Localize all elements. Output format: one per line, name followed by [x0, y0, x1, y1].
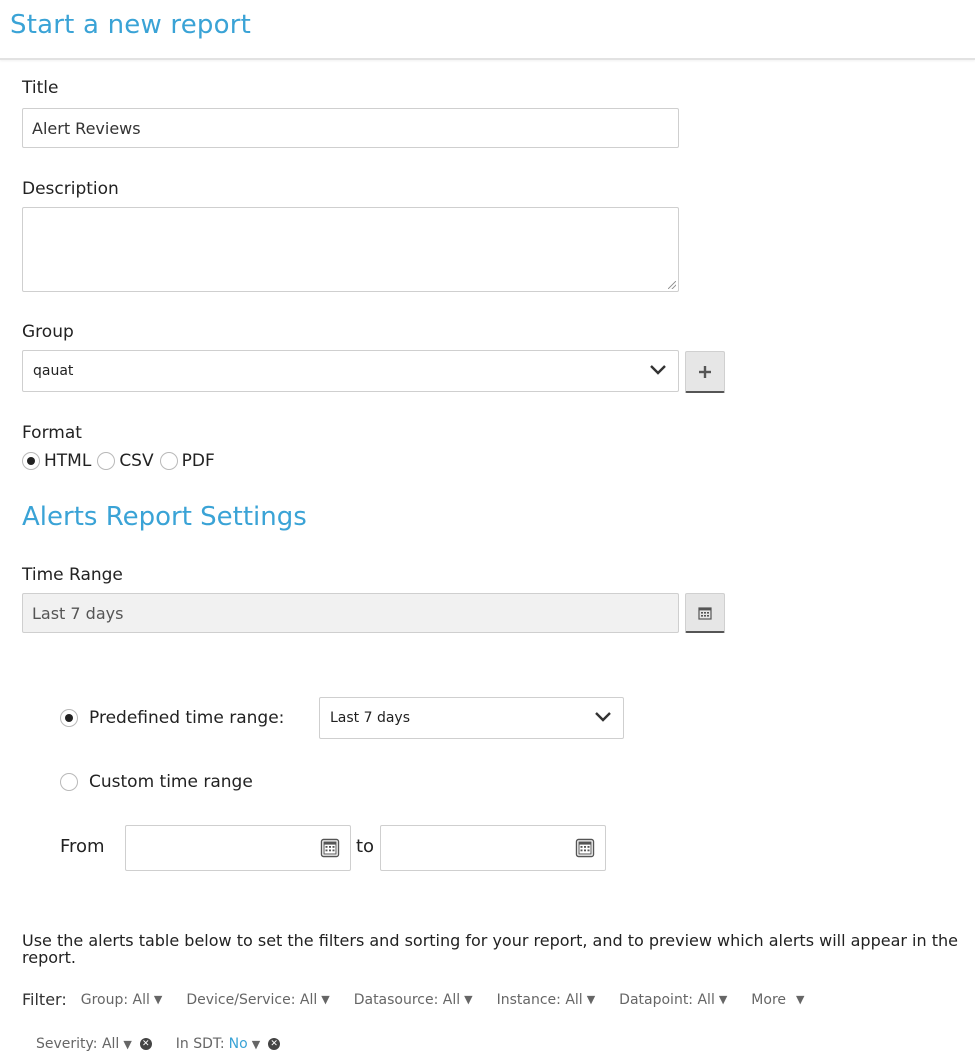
format-option-label: PDF — [181, 451, 215, 471]
filter-more[interactable]: More ▼ — [751, 992, 804, 1008]
format-radio-group: HTML CSV PDF — [22, 451, 215, 471]
caret-down-icon: ▼ — [123, 1037, 132, 1051]
alerts-table-info: Use the alerts table below to set the fi… — [22, 931, 958, 967]
group-select[interactable]: qauat — [22, 350, 679, 392]
custom-range-option: Custom time range — [60, 772, 253, 792]
filter-device-service[interactable]: Device/Service: All ▼ — [186, 992, 329, 1008]
description-textarea[interactable] — [22, 207, 679, 292]
page-title: Start a new report — [10, 10, 251, 40]
filter-instance-text: Instance: All — [496, 991, 583, 1008]
format-radio-csv[interactable] — [97, 452, 116, 470]
filter-severity-text: Severity: All — [36, 1036, 120, 1052]
filter-instance[interactable]: Instance: All ▼ — [497, 992, 596, 1008]
title-input[interactable] — [22, 108, 679, 148]
resize-handle-icon[interactable] — [668, 281, 676, 289]
format-radio-pdf[interactable] — [159, 452, 178, 470]
custom-range-label: Custom time range — [89, 772, 253, 792]
time-range-calendar-button[interactable] — [685, 593, 725, 633]
section-title: Alerts Report Settings — [22, 502, 307, 532]
caret-down-icon: ▼ — [586, 993, 596, 1006]
chevron-down-icon — [650, 365, 666, 375]
predefined-range-select[interactable]: Last 7 days — [319, 697, 624, 739]
format-label: Format — [22, 423, 82, 443]
filter-datapoint-text: Datapoint: All — [619, 991, 715, 1008]
format-option-label: CSV — [119, 451, 154, 471]
predefined-range-label: Predefined time range: — [89, 708, 285, 728]
filter-group-text: Group: All — [80, 991, 150, 1008]
from-date-input[interactable] — [125, 825, 351, 871]
filter-label: Filter: — [22, 990, 67, 1009]
filter-datapoint[interactable]: Datapoint: All ▼ — [619, 992, 727, 1008]
page-header: Start a new report — [0, 0, 975, 60]
predefined-range-option: Predefined time range: — [60, 708, 284, 728]
clear-filter-icon[interactable]: ✕ — [139, 1038, 152, 1050]
plus-icon — [699, 365, 711, 378]
caret-down-icon: ▼ — [321, 993, 330, 1006]
to-label: to — [356, 836, 375, 857]
filter-datasource-text: Datasource: All — [353, 991, 461, 1008]
time-range-label: Time Range — [22, 565, 123, 585]
predefined-range-radio[interactable] — [60, 709, 78, 727]
filter-bar-secondary: Severity: All ▼ ✕ In SDT: No ▼ ✕ — [36, 1036, 304, 1052]
custom-range-radio[interactable] — [60, 773, 78, 791]
filter-in-sdt[interactable]: In SDT: No ▼ ✕ — [175, 1036, 281, 1052]
title-label: Title — [22, 78, 59, 98]
from-label: From — [60, 836, 105, 857]
group-select-value: qauat — [33, 363, 74, 379]
calendar-icon[interactable] — [320, 838, 340, 858]
filter-datasource[interactable]: Datasource: All ▼ — [354, 992, 473, 1008]
group-label: Group — [22, 322, 74, 342]
chevron-down-icon — [595, 712, 611, 722]
caret-down-icon: ▼ — [796, 993, 805, 1006]
add-group-button[interactable] — [685, 351, 725, 393]
calendar-icon[interactable] — [575, 838, 595, 858]
filter-severity[interactable]: Severity: All ▼ ✕ — [36, 1036, 152, 1052]
format-option-label: HTML — [44, 451, 92, 471]
predefined-range-value: Last 7 days — [330, 710, 411, 726]
calendar-icon — [698, 606, 712, 620]
caret-down-icon: ▼ — [153, 993, 163, 1006]
format-radio-html[interactable] — [22, 452, 40, 470]
caret-down-icon: ▼ — [464, 993, 473, 1006]
to-date-input[interactable] — [380, 825, 606, 871]
time-range-input: Last 7 days — [22, 593, 679, 633]
filter-bar: Filter: Group: All ▼ Device/Service: All ▼… — [22, 990, 804, 1009]
filter-sdt-value: No — [228, 1036, 248, 1052]
filter-device-text: Device/Service: All — [186, 991, 318, 1008]
filter-group[interactable]: Group: All ▼ — [81, 992, 163, 1008]
clear-filter-icon[interactable]: ✕ — [268, 1038, 281, 1050]
caret-down-icon: ▼ — [251, 1037, 261, 1051]
description-label: Description — [22, 179, 119, 199]
filter-sdt-label: In SDT: — [175, 1036, 225, 1052]
caret-down-icon: ▼ — [718, 993, 728, 1006]
filter-more-text: More — [751, 991, 787, 1008]
